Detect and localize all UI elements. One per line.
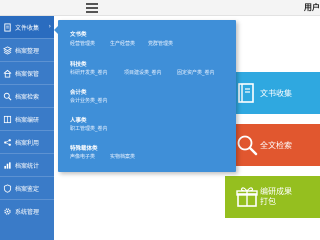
shield-icon [3,183,12,193]
menu-link[interactable]: 生产经营类 [110,40,135,47]
sidebar-item-archive-search[interactable]: 档案检索 [0,85,54,107]
sidebar-item-label: 档案保管 [15,70,40,78]
sidebar-item-label: 档案鉴定 [15,185,40,193]
sidebar-item-label: 档案统计 [15,162,40,170]
menu-link[interactable]: 科研开发类_卷内 [70,69,108,76]
tile-label: 编研成果 打包 [260,187,292,207]
menu-link[interactable]: 经营管理类 [70,40,95,47]
sidebar-item-archive-organize[interactable]: 档案整理 [0,39,54,61]
layers-icon [3,45,12,55]
group-title-kuaiji: 会计类 [70,90,87,96]
menu-link[interactable]: 固定资产类_卷内 [177,69,215,76]
tile-compile-package[interactable]: 编研成果 打包 [225,176,320,218]
chart-icon [3,161,12,170]
house-icon [3,69,12,78]
chevron-right-icon: › [48,23,51,30]
sidebar-item-archive-use[interactable]: 档案利用 [0,131,54,153]
sidebar-item-label: 档案编研 [15,116,40,124]
group-title-wenshu: 文书类 [70,32,87,38]
user-label[interactable]: 用户 [304,2,320,13]
sidebar: 文件收集 › 档案整理 档案保管 档案检索 档案编研 档案利用 档案统计 档案鉴… [0,16,54,240]
sidebar-item-label: 档案整理 [15,47,40,55]
tile-document-collection[interactable]: 文书收集 [225,72,320,114]
book-icon [235,81,259,105]
package-icon [235,185,259,209]
sidebar-item-label: 文件收集 [15,24,40,32]
group-title-teshu: 特殊载体类 [70,146,98,152]
menu-link[interactable]: 实物档案类 [110,153,135,160]
sidebar-item-system-admin[interactable]: 系统管理 [0,200,54,222]
document-icon [3,22,12,32]
tile-fulltext-search[interactable]: 全文检索 [225,124,320,166]
sidebar-item-file-collection[interactable]: 文件收集 › [0,16,54,38]
search-icon [235,133,259,157]
top-bar: 用户 [0,0,320,16]
sidebar-item-label: 档案检索 [15,93,40,101]
tile-label-line2: 打包 [260,197,276,206]
tile-label-line1: 编研成果 [260,187,292,196]
group-title-keji: 科技类 [70,62,87,68]
hamburger-icon[interactable] [86,3,98,13]
sidebar-item-archive-appraisal[interactable]: 档案鉴定 [0,177,54,199]
sidebar-item-label: 系统管理 [15,208,40,216]
book-icon [3,115,12,124]
share-icon [3,138,12,147]
group-title-renshi: 人事类 [70,118,87,124]
menu-link[interactable]: 项目建设类_卷内 [124,69,162,76]
sidebar-item-label: 档案利用 [15,139,40,147]
menu-link[interactable]: 职工管理类_卷内 [70,125,108,132]
sidebar-item-archive-compile[interactable]: 档案编研 [0,108,54,130]
menu-link[interactable]: 会计业务类_卷内 [70,97,108,104]
file-collection-dropdown: 文书类 经营管理类 生产经营类 党群管理类 科技类 科研开发类_卷内 项目建设类… [54,20,236,172]
gear-icon [3,207,12,216]
tile-label: 全文检索 [260,141,292,150]
tile-label: 文书收集 [260,89,292,98]
menu-link[interactable]: 声像电子类 [70,153,95,160]
menu-link[interactable]: 党群管理类 [148,40,173,47]
search-icon [3,92,12,101]
sidebar-item-archive-storage[interactable]: 档案保管 [0,62,54,84]
sidebar-item-archive-stats[interactable]: 档案统计 [0,154,54,176]
